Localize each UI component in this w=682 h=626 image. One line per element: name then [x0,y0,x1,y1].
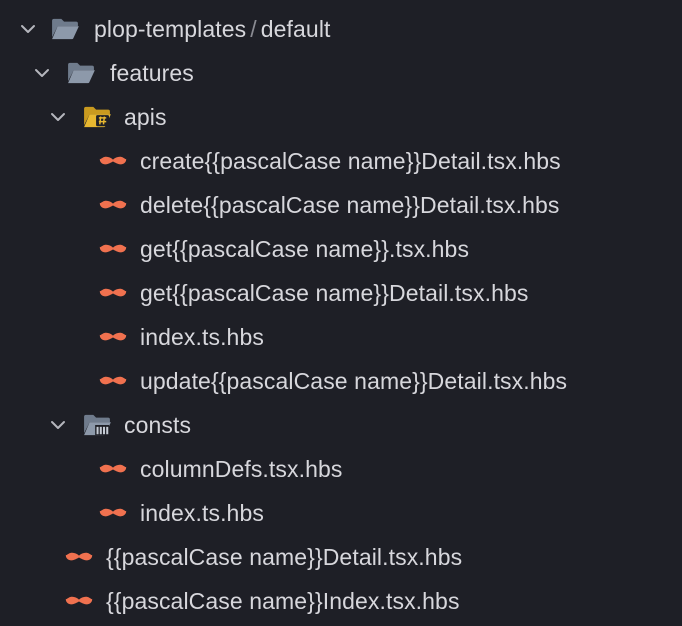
tree-file[interactable]: update{{pascalCase name}}Detail.tsx.hbs [0,359,682,403]
tree-folder-apis[interactable]: apis [0,95,682,139]
handlebars-icon [98,330,128,345]
file-tree: plop-templates / default features apis c… [0,0,682,626]
tree-folder-features[interactable]: features [0,51,682,95]
folder-consts-icon [82,413,112,437]
handlebars-icon [98,462,128,477]
chevron-down-icon[interactable] [48,107,68,127]
file-label: update{{pascalCase name}}Detail.tsx.hbs [140,368,568,394]
file-label: get{{pascalCase name}}.tsx.hbs [140,236,470,262]
folder-label: plop-templates [94,16,247,42]
tree-file[interactable]: delete{{pascalCase name}}Detail.tsx.hbs [0,183,682,227]
folder-open-icon [66,61,96,85]
handlebars-icon [64,594,94,609]
tree-file[interactable]: index.ts.hbs [0,315,682,359]
file-label: columnDefs.tsx.hbs [140,456,343,482]
tree-file[interactable]: index.ts.hbs [0,491,682,535]
folder-open-icon [50,17,80,41]
file-label: create{{pascalCase name}}Detail.tsx.hbs [140,148,561,174]
handlebars-icon [98,286,128,301]
file-label: index.ts.hbs [140,324,264,350]
path-separator: / [250,16,257,42]
folder-label: consts [124,412,192,438]
file-label: delete{{pascalCase name}}Detail.tsx.hbs [140,192,560,218]
tree-file[interactable]: create{{pascalCase name}}Detail.tsx.hbs [0,139,682,183]
handlebars-icon [98,506,128,521]
handlebars-icon [98,374,128,389]
file-label: {{pascalCase name}}Index.tsx.hbs [106,588,460,614]
folder-label: apis [124,104,167,130]
tree-file[interactable]: get{{pascalCase name}}Detail.tsx.hbs [0,271,682,315]
file-label: {{pascalCase name}}Detail.tsx.hbs [106,544,463,570]
file-label: index.ts.hbs [140,500,264,526]
tree-file[interactable]: {{pascalCase name}}Detail.tsx.hbs [0,535,682,579]
folder-api-icon [82,105,112,129]
handlebars-icon [98,154,128,169]
folder-label: features [110,60,194,86]
file-label: get{{pascalCase name}}Detail.tsx.hbs [140,280,529,306]
chevron-down-icon[interactable] [48,415,68,435]
tree-file[interactable]: get{{pascalCase name}}.tsx.hbs [0,227,682,271]
tree-folder-plop-templates[interactable]: plop-templates / default [0,7,682,51]
handlebars-icon [98,242,128,257]
handlebars-icon [64,550,94,565]
folder-sublabel: default [260,16,331,42]
tree-file[interactable]: {{pascalCase name}}Index.tsx.hbs [0,579,682,623]
tree-folder-consts[interactable]: consts [0,403,682,447]
chevron-down-icon[interactable] [32,63,52,83]
chevron-down-icon[interactable] [18,19,38,39]
tree-file[interactable]: columnDefs.tsx.hbs [0,447,682,491]
handlebars-icon [98,198,128,213]
